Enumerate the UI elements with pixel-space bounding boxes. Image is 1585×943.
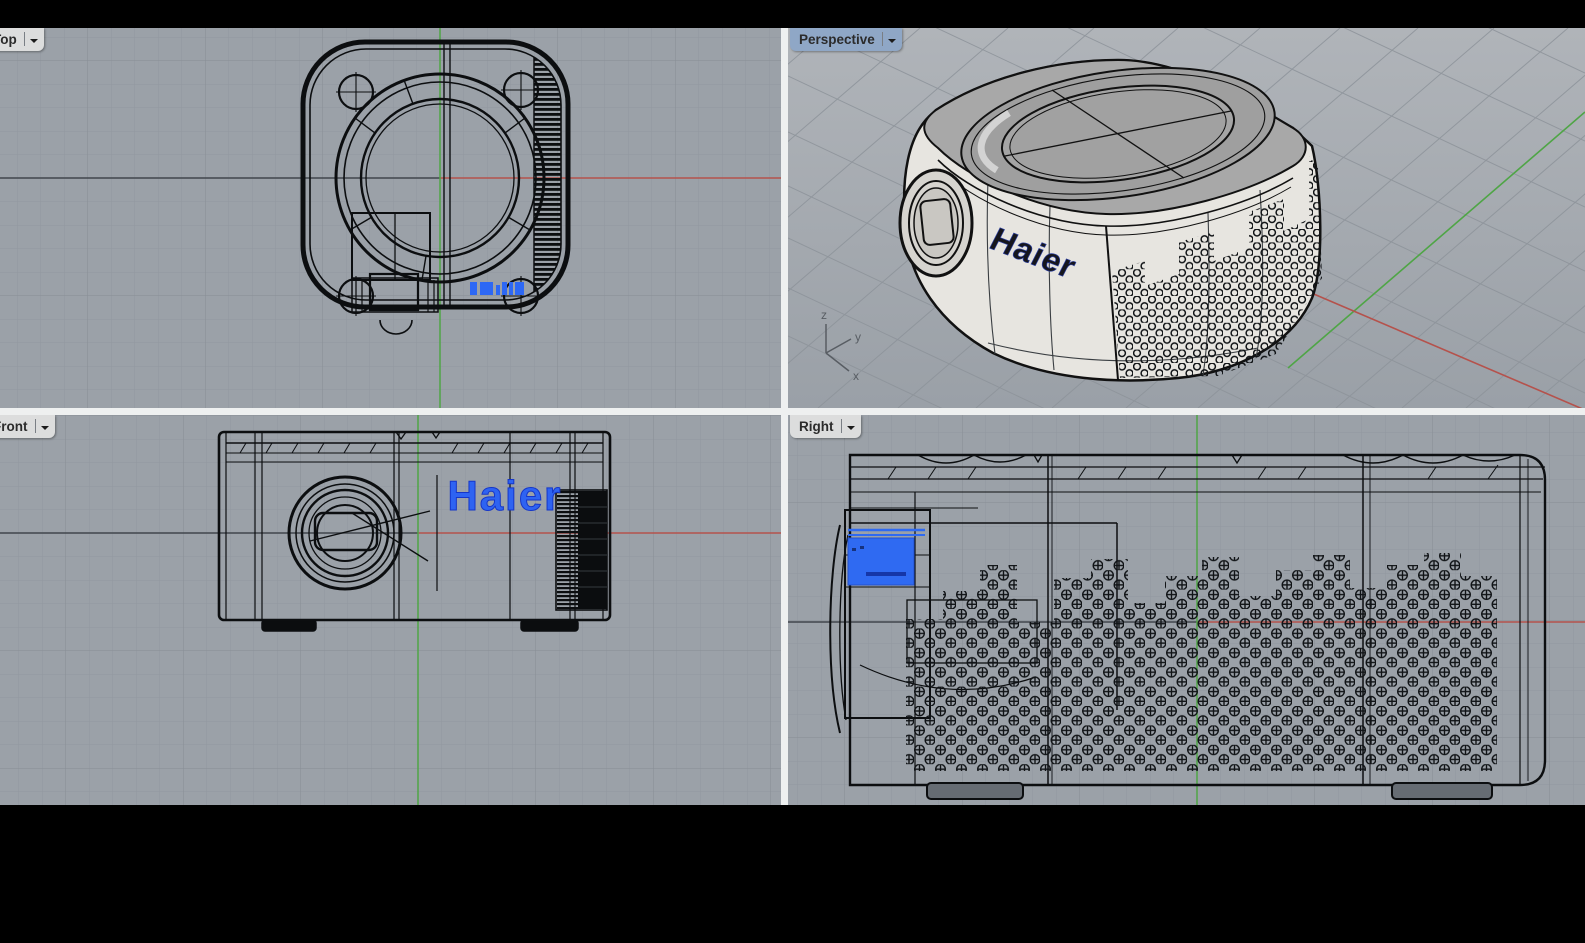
viewport-menu-arrow-icon[interactable] bbox=[888, 39, 896, 47]
viewport-menu-arrow-icon[interactable] bbox=[41, 426, 49, 434]
tab-separator bbox=[882, 32, 883, 46]
svg-text:z: z bbox=[821, 308, 827, 322]
viewport-tab-front-label: Front bbox=[0, 419, 28, 434]
svg-text:y: y bbox=[855, 330, 861, 344]
viewport-front[interactable]: Haier Front bbox=[0, 415, 781, 805]
viewport-tab-right[interactable]: Right bbox=[790, 415, 861, 438]
perspective-view-canvas[interactable]: Haier z y x bbox=[788, 28, 1585, 408]
viewport-tab-top[interactable]: Top bbox=[0, 28, 44, 51]
viewport-tab-perspective-label: Perspective bbox=[799, 32, 875, 47]
viewport-tab-perspective[interactable]: Perspective bbox=[790, 28, 902, 51]
viewport-tab-right-label: Right bbox=[799, 419, 834, 434]
tab-separator bbox=[841, 419, 842, 433]
bottom-black-area bbox=[0, 805, 1585, 943]
viewport-tab-front[interactable]: Front bbox=[0, 415, 55, 438]
selected-brand-text-object[interactable] bbox=[848, 530, 925, 585]
tab-separator bbox=[24, 32, 25, 46]
perspective-axes bbox=[1288, 112, 1585, 408]
front-lens[interactable] bbox=[900, 170, 972, 276]
top-black-bar bbox=[0, 0, 1585, 28]
heatsink-fins bbox=[556, 490, 607, 610]
viewport-divider-horizontal[interactable] bbox=[0, 408, 1585, 415]
svg-text:x: x bbox=[853, 369, 859, 383]
viewport-right[interactable]: Right bbox=[788, 415, 1585, 805]
right-view-canvas[interactable] bbox=[788, 415, 1585, 805]
tab-separator bbox=[35, 419, 36, 433]
viewport-perspective[interactable]: Haier z y x bbox=[788, 28, 1585, 408]
viewport-tab-top-label: Top bbox=[0, 32, 17, 47]
top-view-canvas[interactable] bbox=[0, 28, 781, 408]
front-view-grid bbox=[0, 415, 781, 805]
cad-application-window: Top bbox=[0, 0, 1585, 943]
perforation-grille-side bbox=[906, 553, 1497, 771]
brand-text-front-selected[interactable]: Haier bbox=[447, 472, 562, 519]
viewport-top[interactable]: Top bbox=[0, 28, 781, 408]
front-view-canvas[interactable]: Haier bbox=[0, 415, 781, 805]
viewport-menu-arrow-icon[interactable] bbox=[30, 39, 38, 47]
viewport-menu-arrow-icon[interactable] bbox=[847, 426, 855, 434]
viewport-divider-vertical[interactable] bbox=[781, 28, 788, 805]
model-perspective-shaded[interactable]: Haier bbox=[900, 50, 1322, 381]
